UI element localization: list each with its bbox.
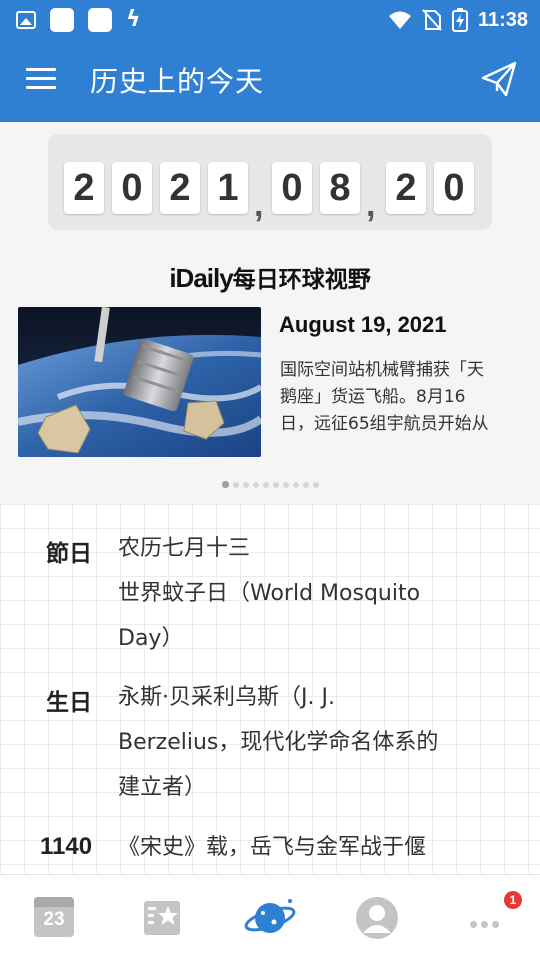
profile-icon[interactable] <box>354 895 400 941</box>
brand-cn: 每日环球视野 <box>232 266 371 293</box>
more-icon[interactable]: 1 <box>466 891 526 941</box>
page-dot <box>272 482 279 488</box>
date-separator: , <box>254 186 264 224</box>
events-list[interactable]: 節日 农历七月十三 世界蚊子日（World Mosquito Day） 生日 永… <box>0 504 540 874</box>
news-date: August 19, 2021 <box>279 312 447 337</box>
status-time: 11:38 <box>477 8 528 31</box>
page-dot <box>242 482 249 488</box>
entry-text: 世界蚊子日（World Mosquito <box>118 581 421 606</box>
page-dot <box>282 482 289 488</box>
page-indicator <box>0 481 540 488</box>
page-dot <box>312 482 319 488</box>
entry-text: 《宋史》载，岳飞与金军战于偃 <box>118 835 427 860</box>
send-icon[interactable] <box>480 60 518 98</box>
entry-text: Berzelius，现代化学命名体系的 <box>118 730 439 755</box>
image-icon <box>16 11 36 29</box>
entry-tag: 1140 <box>40 833 93 860</box>
status-bar: ϟ 11:38 <box>0 0 540 38</box>
page-dot <box>292 482 299 488</box>
app-bar: 历史上的今天 <box>0 38 540 122</box>
page-dot <box>221 481 229 488</box>
date-separator: , <box>366 186 376 224</box>
date-display[interactable]: 2 0 2 1 , 0 8 , 2 0 <box>48 134 492 230</box>
entry-text: 建立者） <box>118 775 207 800</box>
entry-text: 农历七月十三 <box>118 536 251 561</box>
date-digit: 2 <box>64 162 104 214</box>
brand-en: iDaily <box>169 263 233 293</box>
wifi-icon <box>388 11 411 29</box>
app-title: 历史上的今天 <box>90 65 265 98</box>
date-digit: 2 <box>386 162 426 214</box>
date-digit: 8 <box>320 162 360 214</box>
date-digit: 0 <box>112 162 152 214</box>
app-square-icon <box>88 8 112 32</box>
hamburger-icon[interactable] <box>26 68 56 92</box>
battery-charging-icon <box>451 8 468 32</box>
bottom-nav: 23 1 <box>0 874 540 960</box>
page-dot <box>302 482 309 488</box>
entry-tag: 節日 <box>46 541 92 567</box>
entry-text: 永斯·贝采利乌斯（J. J. <box>118 685 335 710</box>
entry-text: Day） <box>118 626 184 651</box>
idaily-brand: iDaily每日环球视野 <box>0 260 540 294</box>
news-summary[interactable]: 国际空间站机械臂捕获「天 鹅座」货运飞船。8月16 日，远征65组宇航员开始从 <box>280 357 526 438</box>
date-digit: 1 <box>208 162 248 214</box>
date-panel: 2 0 2 1 , 0 8 , 2 0 <box>0 122 540 242</box>
date-digit: 0 <box>272 162 312 214</box>
page-dot <box>232 482 239 488</box>
entry-tag: 生日 <box>46 690 92 716</box>
app-square-icon <box>50 8 74 32</box>
date-digit: 2 <box>160 162 200 214</box>
bolt-icon: ϟ <box>126 7 141 32</box>
no-sim-icon <box>422 9 442 31</box>
favorites-icon[interactable] <box>140 895 186 941</box>
page-dot <box>262 482 269 488</box>
date-digit: 0 <box>434 162 474 214</box>
planet-icon[interactable] <box>244 895 296 941</box>
news-carousel[interactable]: iDaily每日环球视野 August 19, 2021 国际空间站机械臂捕获「… <box>0 242 540 504</box>
calendar-day: 23 <box>43 909 65 930</box>
page-dot <box>252 482 259 488</box>
news-photo[interactable] <box>18 307 261 457</box>
calendar-icon[interactable]: 23 <box>32 895 78 941</box>
notification-badge: 1 <box>504 891 522 909</box>
